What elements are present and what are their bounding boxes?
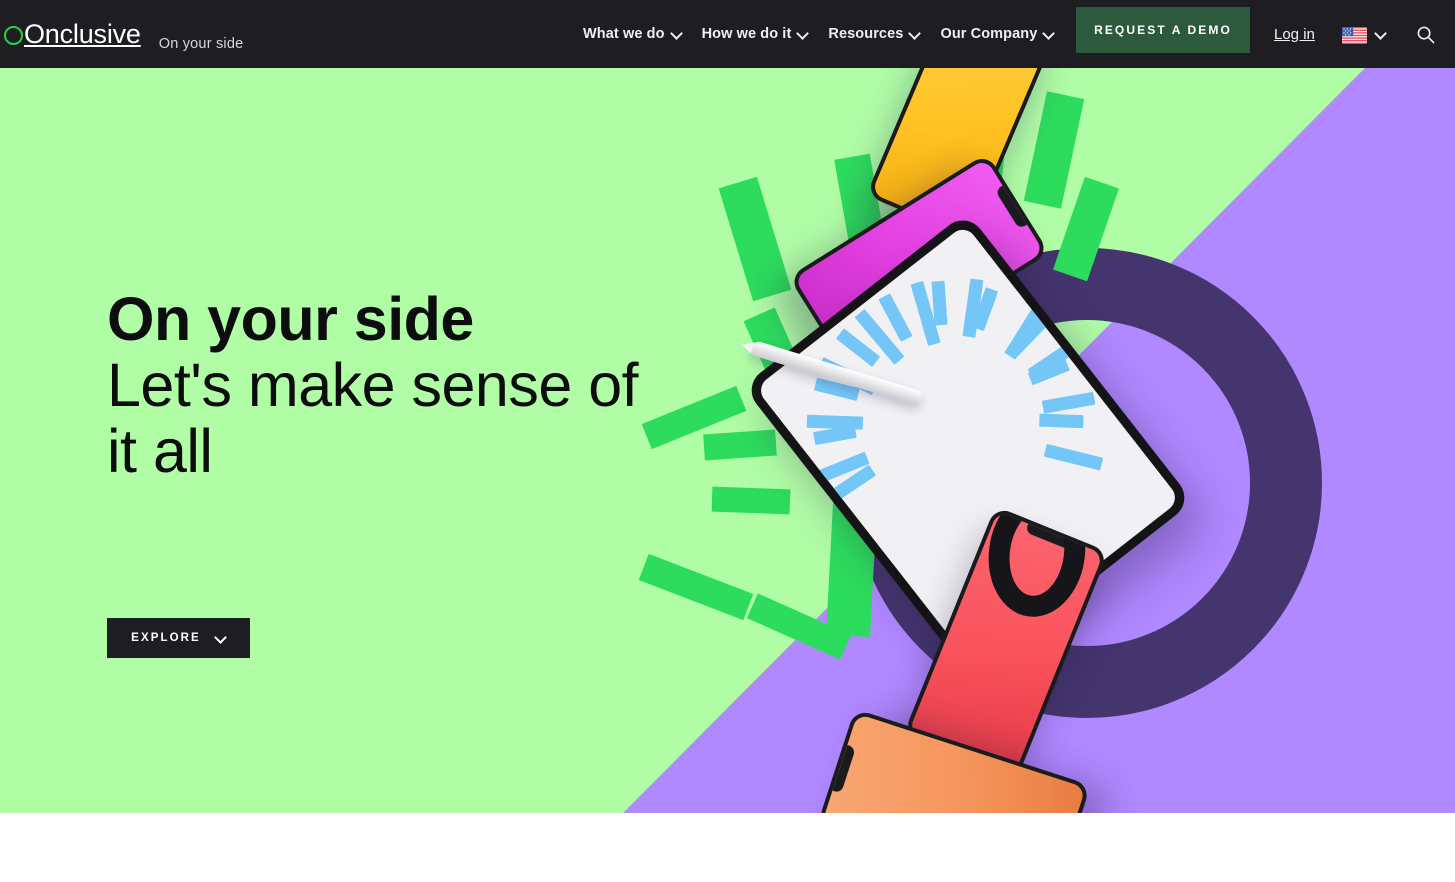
language-selector[interactable]	[1342, 0, 1386, 68]
chevron-down-icon	[215, 632, 226, 643]
nav-label: What we do	[583, 26, 665, 42]
nav-label: Our Company	[940, 26, 1038, 42]
explore-button[interactable]: EXPLORE	[107, 618, 250, 658]
chevron-down-icon	[671, 28, 682, 39]
chevron-down-icon	[909, 28, 920, 39]
logo-block[interactable]: Onclusive On your side	[4, 18, 243, 52]
headline-line-1: On your side	[107, 285, 474, 353]
logo-wordmark: Onclusive	[24, 18, 141, 49]
chevron-down-icon	[1043, 28, 1054, 39]
main-nav: What we do How we do it Resources Our Co…	[583, 0, 1054, 68]
search-button[interactable]	[1416, 0, 1435, 68]
nav-label: Resources	[828, 26, 904, 42]
nav-item-what-we-do[interactable]: What we do	[583, 26, 682, 42]
phone-notch	[994, 185, 1028, 230]
nav-item-how-we-do-it[interactable]: How we do it	[702, 26, 809, 42]
circle-o-icon	[4, 25, 23, 45]
explore-label: EXPLORE	[131, 632, 201, 644]
nav-label: How we do it	[701, 26, 792, 42]
chevron-down-icon	[797, 28, 808, 39]
search-icon	[1417, 26, 1435, 43]
logo-link[interactable]: Onclusive	[4, 18, 141, 49]
chevron-down-icon	[1375, 28, 1386, 39]
hero-headline: On your side Let's make sense of it all	[107, 285, 639, 485]
hero-section: On your side Let's make sense of it all …	[0, 68, 1455, 813]
us-flag-icon	[1342, 26, 1367, 44]
phone-notch	[832, 745, 856, 794]
site-header: Onclusive On your side What we do How we…	[0, 0, 1455, 68]
tagline: On your side	[158, 35, 244, 52]
login-link[interactable]: Log in	[1274, 0, 1315, 68]
nav-item-resources[interactable]: Resources	[828, 26, 920, 42]
headline-line-3: it all	[107, 417, 213, 485]
nav-item-our-company[interactable]: Our Company	[940, 26, 1054, 42]
request-a-demo-button[interactable]: REQUEST A DEMO	[1076, 7, 1250, 53]
headline-line-2: Let's make sense of	[107, 351, 639, 419]
